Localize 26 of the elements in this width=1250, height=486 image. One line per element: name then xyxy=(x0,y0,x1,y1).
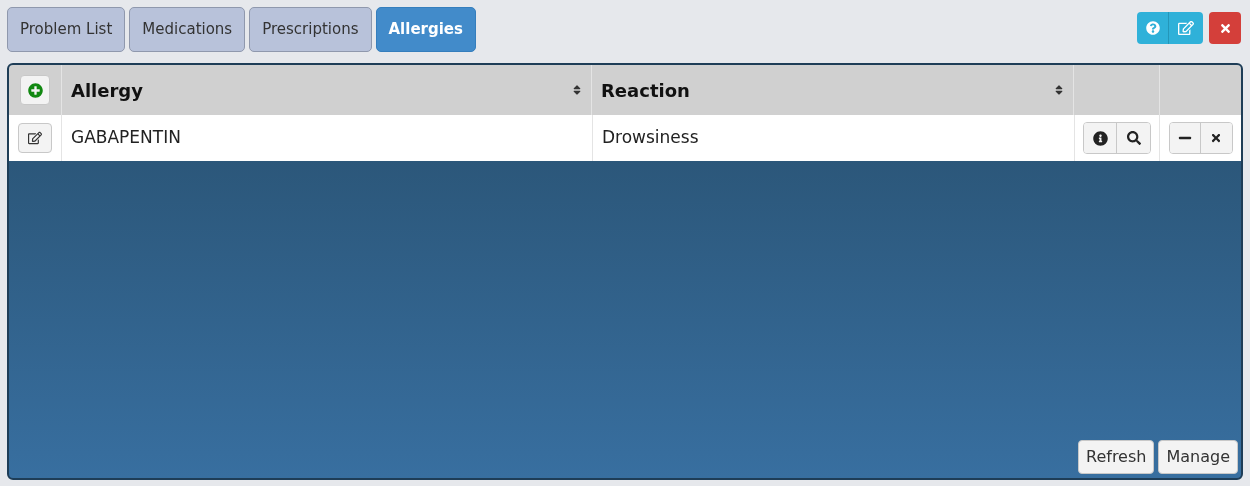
table-cell: Drowsiness xyxy=(592,115,1074,161)
help-icon xyxy=(1145,21,1160,35)
tab[interactable]: Medications xyxy=(129,7,246,52)
search-icon xyxy=(1126,131,1141,145)
help-button[interactable] xyxy=(1137,12,1169,44)
sort-icon xyxy=(1054,84,1064,96)
tab[interactable]: Prescriptions xyxy=(249,7,372,52)
sort-icon xyxy=(572,84,582,96)
edit-row-button[interactable] xyxy=(18,123,52,153)
add-button[interactable] xyxy=(20,75,50,105)
close-button[interactable] xyxy=(1209,12,1241,44)
info-button[interactable] xyxy=(1084,123,1117,153)
info-icon xyxy=(1092,130,1108,146)
footer-button[interactable]: Manage xyxy=(1158,440,1238,474)
table-cell-text: GABAPENTIN xyxy=(70,126,182,150)
remove-button[interactable] xyxy=(1169,123,1201,153)
tab[interactable]: Allergies xyxy=(375,7,476,52)
delete-button[interactable] xyxy=(1200,123,1232,153)
footer-button[interactable]: Refresh xyxy=(1078,440,1155,474)
edit-icon xyxy=(1178,20,1194,36)
search-button[interactable] xyxy=(1117,123,1150,153)
tab[interactable]: Problem List xyxy=(7,7,126,52)
add-icon xyxy=(27,82,43,98)
edit-icon xyxy=(28,131,42,145)
close-icon xyxy=(1218,21,1232,35)
delete-icon xyxy=(1210,132,1222,144)
